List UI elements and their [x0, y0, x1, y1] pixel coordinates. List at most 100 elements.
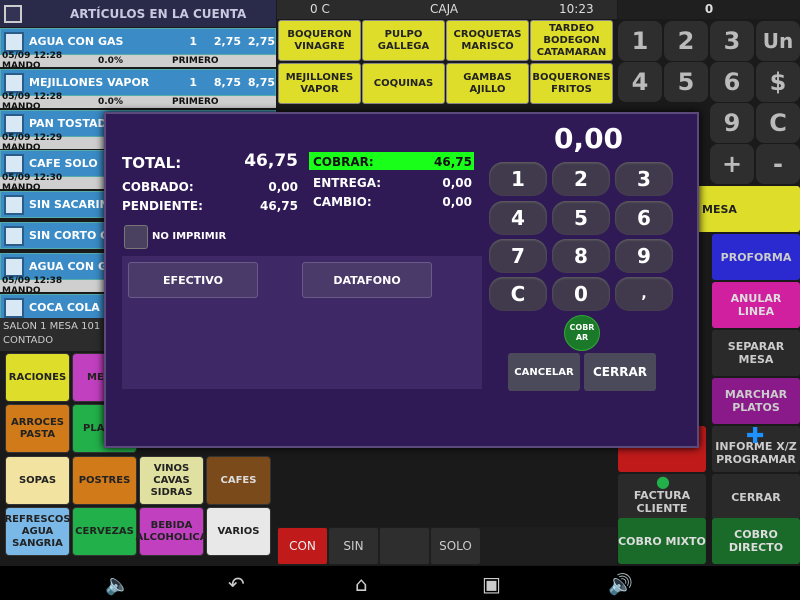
entrega-value: 0,00 — [442, 176, 472, 190]
key-5[interactable]: 5 — [664, 62, 708, 102]
modal-key-0[interactable]: 0 — [552, 277, 610, 311]
category-vinos[interactable]: VINOS CAVAS SIDRAS — [139, 456, 204, 505]
volume-down-icon[interactable]: 🔈 — [105, 572, 130, 596]
item-date: 05/09 12:38 MANDO — [2, 276, 63, 296]
item-discount: 0.0% — [98, 56, 123, 66]
separar-mesa-button[interactable]: SEPARAR MESA — [712, 330, 800, 376]
no-imprimir-label: NO IMPRIMIR — [152, 231, 227, 242]
plus-icon: ✚ — [746, 424, 765, 449]
product-croquetas-marisco[interactable]: CROQUETAS MARISCO — [446, 20, 529, 61]
key-9[interactable]: 9 — [710, 103, 754, 143]
modal-key-5[interactable]: 5 — [552, 201, 610, 235]
modal-key-comma[interactable]: , — [615, 277, 673, 311]
category-cervezas[interactable]: CERVEZAS — [72, 507, 137, 556]
item-qty: 1 — [189, 76, 197, 89]
informe-button[interactable]: ✚ INFORME X/Z PROGRAMAR — [712, 426, 800, 472]
datafono-button[interactable]: DATAFONO — [302, 262, 432, 298]
ticket-item[interactable]: AGUA CON GAS 1 2,75 2,75 05/09 12:28 MANDO 0… — [0, 28, 276, 71]
cobrado-label: COBRADO: — [122, 180, 194, 194]
item-price: 8,75 — [213, 76, 241, 89]
ticket-header: ARTÍCULOS EN LA CUENTA — [0, 0, 276, 27]
item-checkbox[interactable] — [4, 113, 24, 134]
product-coquinas[interactable]: COQUINAS — [362, 63, 445, 104]
cerrar-button[interactable]: CERRAR — [712, 474, 800, 520]
item-date: 05/09 12:30 MANDO — [2, 173, 63, 193]
entrega-label: ENTREGA: — [313, 176, 382, 190]
key-clear[interactable]: C — [756, 103, 800, 143]
product-boqueron-vinagre[interactable]: BOQUERON VINAGRE — [278, 20, 361, 61]
item-checkbox[interactable] — [4, 225, 24, 246]
category-bebida-alcoholica[interactable]: BEBIDA ALCOHOLICA — [136, 507, 208, 556]
total-label: TOTAL: — [122, 154, 182, 172]
factura-cliente-button[interactable]: ● FACTURA CLIENTE — [618, 474, 706, 520]
status-time: 10:23 — [559, 2, 594, 16]
item-checkbox[interactable] — [4, 72, 24, 93]
user-icon: ● — [656, 472, 670, 491]
product-pulpo-gallega[interactable]: PULPO GALLEGA — [362, 20, 445, 61]
modal-key-3[interactable]: 3 — [615, 162, 673, 196]
ticket-item[interactable]: MEJILLONES VAPOR 1 8,75 8,75 05/09 12:28 MA… — [0, 69, 276, 112]
pendiente-label: PENDIENTE: — [122, 199, 203, 213]
category-varios[interactable]: VARIOS — [206, 507, 271, 556]
amount-display: 0,00 — [553, 122, 624, 155]
key-minus[interactable]: - — [756, 144, 800, 184]
volume-up-icon[interactable]: 🔊 — [608, 572, 633, 596]
proforma-button[interactable]: PROFORMA — [712, 234, 800, 280]
cobro-directo-button[interactable]: COBRO DIRECTO — [712, 518, 800, 564]
modal-cerrar-button[interactable]: CERRAR — [584, 353, 656, 391]
category-postres[interactable]: POSTRES — [72, 456, 137, 505]
item-checkbox[interactable] — [4, 256, 24, 277]
modal-key-4[interactable]: 4 — [489, 201, 547, 235]
item-qty: 1 — [189, 35, 197, 48]
key-4[interactable]: 4 — [618, 62, 662, 102]
item-checkbox[interactable] — [4, 153, 24, 174]
modal-key-6[interactable]: 6 — [615, 201, 673, 235]
item-checkbox[interactable] — [4, 297, 24, 318]
modifier-sin[interactable]: SIN — [329, 528, 378, 564]
modal-key-9[interactable]: 9 — [615, 239, 673, 273]
category-sopas[interactable]: SOPAS — [5, 456, 70, 505]
category-arroces-pasta[interactable]: ARROCES PASTA — [5, 404, 70, 453]
modal-key-7[interactable]: 7 — [489, 239, 547, 273]
key-unit[interactable]: Un — [756, 21, 800, 61]
product-boquerones-fritos[interactable]: BOQUERONES FRITOS — [530, 63, 613, 104]
item-date: 05/09 12:28 MANDO — [2, 92, 63, 112]
modifier-solo[interactable]: SOLO — [431, 528, 480, 564]
key-plus[interactable]: + — [710, 144, 754, 184]
category-refrescos[interactable]: REFRESCOS AGUA SANGRIA — [4, 507, 71, 556]
modifier-empty[interactable] — [380, 528, 429, 564]
modifier-con[interactable]: CON — [278, 528, 327, 564]
item-checkbox[interactable] — [4, 194, 24, 215]
modal-key-1[interactable]: 1 — [489, 162, 547, 196]
key-1[interactable]: 1 — [618, 21, 662, 61]
product-mejillones-vapor[interactable]: MEJILLONES VAPOR — [278, 63, 361, 104]
select-all-checkbox[interactable] — [4, 4, 22, 23]
no-imprimir-checkbox[interactable] — [124, 225, 148, 249]
category-cafes[interactable]: CAFES — [206, 456, 271, 505]
item-date: 05/09 12:28 MANDO — [2, 51, 63, 71]
modal-key-8[interactable]: 8 — [552, 239, 610, 273]
key-price[interactable]: $ — [756, 62, 800, 102]
home-icon[interactable]: ⌂ — [355, 572, 368, 596]
modal-key-clear[interactable]: C — [489, 277, 547, 311]
cobrar-button[interactable]: COBR AR — [564, 315, 600, 351]
pos-screen: ARTÍCULOS EN LA CUENTA AGUA CON GAS 1 2,75… — [0, 0, 800, 600]
key-3[interactable]: 3 — [710, 21, 754, 61]
modal-key-2[interactable]: 2 — [552, 162, 610, 196]
category-raciones[interactable]: RACIONES — [5, 353, 70, 402]
key-6[interactable]: 6 — [710, 62, 754, 102]
marchar-platos-button[interactable]: MARCHAR PLATOS — [712, 378, 800, 424]
item-checkbox[interactable] — [4, 31, 24, 52]
item-discount: 0.0% — [98, 97, 123, 107]
cancelar-button[interactable]: CANCELAR — [508, 353, 580, 391]
recents-icon[interactable]: ▣ — [482, 572, 501, 596]
key-2[interactable]: 2 — [664, 21, 708, 61]
anular-linea-button[interactable]: ANULAR LINEA — [712, 282, 800, 328]
back-icon[interactable]: ↶ — [228, 572, 245, 596]
product-gambas-ajillo[interactable]: GAMBAS AJILLO — [446, 63, 529, 104]
cobrado-value: 0,00 — [268, 180, 298, 194]
cambio-value: 0,00 — [442, 195, 472, 209]
cobro-mixto-button[interactable]: COBRO MIXTO — [618, 518, 706, 564]
efectivo-button[interactable]: EFECTIVO — [128, 262, 258, 298]
product-tardeo-bodegon[interactable]: TARDEO BODEGON CATAMARAN — [530, 20, 613, 61]
